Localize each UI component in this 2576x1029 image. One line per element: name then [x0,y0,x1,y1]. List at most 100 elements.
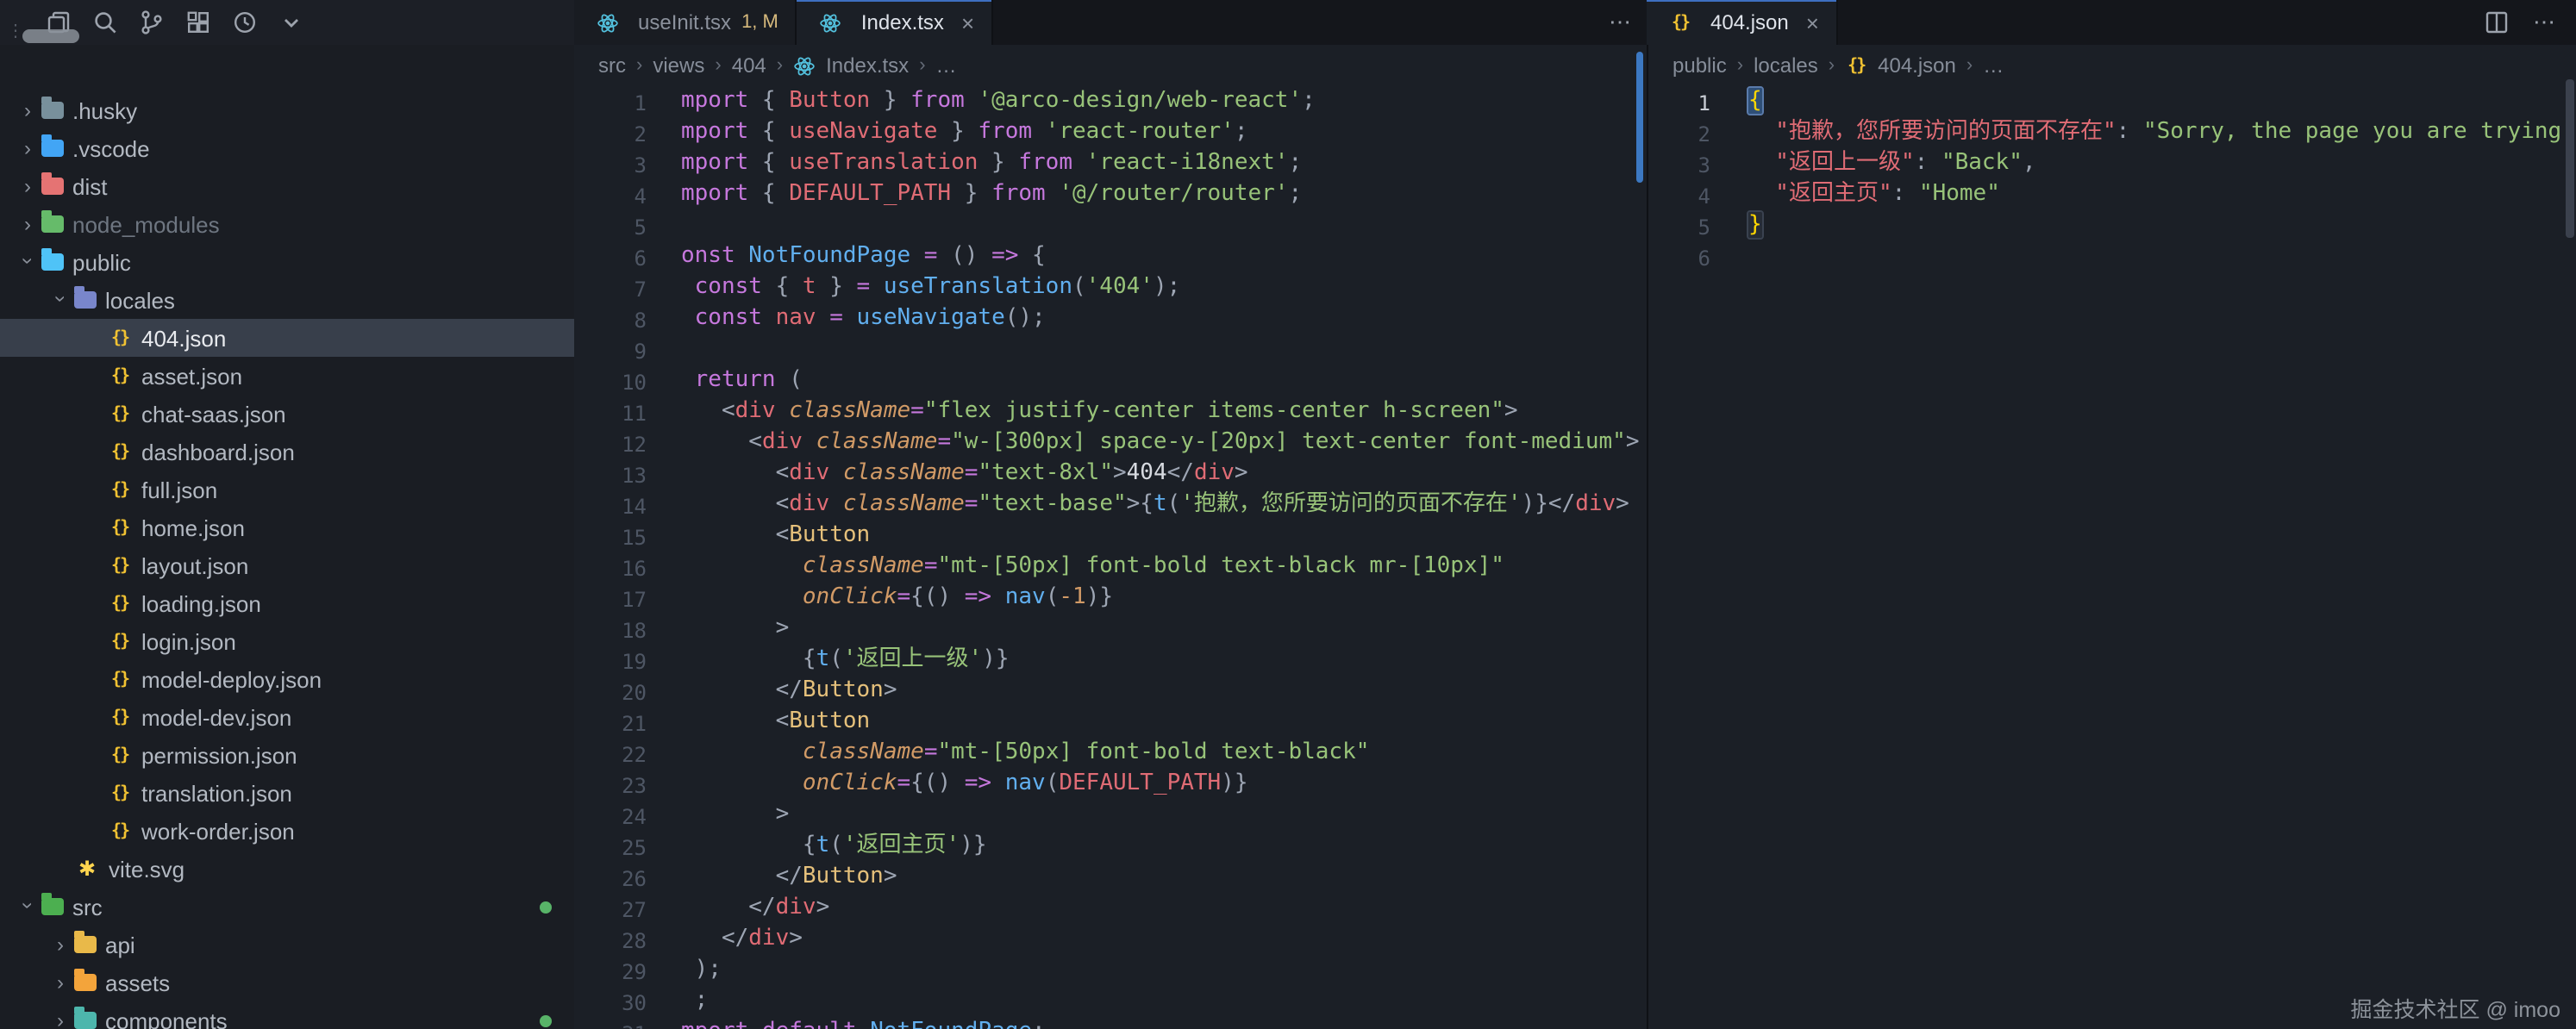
breadcrumb-item[interactable]: src [598,53,626,78]
tree-item-public[interactable]: ›public [0,243,574,281]
more-actions-icon[interactable]: ⋯ [1609,9,1631,36]
code-line[interactable]: 5 [574,210,1647,241]
tab-index-tsx[interactable]: Index.tsx × [797,0,993,45]
code-line[interactable]: 22 className="mt-[50px] font-bold text-b… [574,738,1647,769]
json-icon: {} [107,745,133,764]
code-line[interactable]: 13 <div className="text-8xl">404</div> [574,458,1647,490]
code-line[interactable]: 24 > [574,800,1647,831]
code-line[interactable]: 17 onClick={() => nav(-1)} [574,583,1647,614]
tree-item-src[interactable]: ›src [0,888,574,926]
code-line[interactable]: 20 </Button> [574,676,1647,707]
breadcrumb-separator: › [1829,55,1835,76]
breadcrumb-item[interactable]: 404 [732,53,766,78]
code-editor-2[interactable]: 1{2 "抱歉，您所要访问的页面不存在": "Sorry, the page y… [1648,86,2576,1029]
code-line[interactable]: 26 </Button> [574,862,1647,893]
tree-item-home.json[interactable]: {}home.json [0,508,574,546]
code-line[interactable]: 27 </div> [574,893,1647,924]
tree-item-full.json[interactable]: {}full.json [0,471,574,508]
code-line[interactable]: 21 <Button [574,707,1647,738]
tree-item-loading.json[interactable]: {}loading.json [0,584,574,622]
code-line[interactable]: 12 <div className="w-[300px] space-y-[20… [574,427,1647,458]
tree-item-work-order.json[interactable]: {}work-order.json [0,812,574,850]
code-line[interactable]: 14 <div className="text-base">{t('抱歉，您所要… [574,490,1647,521]
code-line[interactable]: 15 <Button [574,521,1647,552]
history-icon[interactable] [231,9,259,36]
line-number: 22 [574,738,647,769]
code-line[interactable]: 5} [1648,210,2576,241]
tree-item-dist[interactable]: ›dist [0,167,574,205]
code-line[interactable]: 23 onClick={() => nav(DEFAULT_PATH)} [574,769,1647,800]
chevron-icon: › [50,1008,71,1029]
breadcrumb-item[interactable]: locales [1754,53,1818,78]
tree-item-chat-saas.json[interactable]: {}chat-saas.json [0,395,574,433]
chevron-down-icon[interactable] [278,9,305,36]
close-icon[interactable]: × [1806,9,1819,35]
code-line[interactable]: 18 > [574,614,1647,645]
tree-item-node_modules[interactable]: ›node_modules [0,205,574,243]
tree-item-label: permission.json [141,742,297,768]
code-line[interactable]: 3mport { useTranslation } from 'react-i1… [574,148,1647,179]
code-line[interactable]: 31mport default NotFoundPage; [574,1017,1647,1029]
code-line[interactable]: 2 "抱歉，您所要访问的页面不存在": "Sorry, the page you… [1648,117,2576,148]
tree-item-locales[interactable]: ›locales [0,281,574,319]
source-control-icon[interactable] [138,9,166,36]
tree-item-model-dev.json[interactable]: {}model-dev.json [0,698,574,736]
breadcrumb-item[interactable]: views [653,53,704,78]
tree-item-.husky[interactable]: ›.husky [0,91,574,129]
tree-item-vite.svg[interactable]: ✱vite.svg [0,850,574,888]
tree-item-404.json[interactable]: {}404.json [0,319,574,357]
close-icon[interactable]: × [961,9,974,35]
tree-item-translation.json[interactable]: {}translation.json [0,774,574,812]
drag-dots-icon: ⋮ [7,24,24,41]
split-editor-icon[interactable] [2483,9,2510,36]
tree-item-api[interactable]: ›api [0,926,574,964]
code-line[interactable]: 2mport { useNavigate } from 'react-route… [574,117,1647,148]
tab-useinit-tsx[interactable]: useInit.tsx 1, M [574,0,797,45]
tree-item-login.json[interactable]: {}login.json [0,622,574,660]
code-line[interactable]: 28 </div> [574,924,1647,955]
tree-item-permission.json[interactable]: {} permission.json [0,736,574,774]
code-editor-1[interactable]: 1mport { Button } from '@arco-design/web… [574,86,1647,1029]
code-line[interactable]: 11 <div className="flex justify-center i… [574,396,1647,427]
code-line[interactable]: 4 "返回主页": "Home" [1648,179,2576,210]
code-line[interactable]: 3 "返回上一级": "Back", [1648,148,2576,179]
code-line[interactable]: 7 const { t } = useTranslation('404'); [574,272,1647,303]
breadcrumb-item[interactable]: … [936,53,957,78]
line-number: 1 [574,86,647,117]
breadcrumb-item[interactable]: 404.json [1878,53,1956,78]
code-line[interactable]: 29 ); [574,955,1647,986]
breadcrumb-item[interactable]: Index.tsx [826,53,909,78]
tree-item-components[interactable]: › components [0,1001,574,1029]
code-line[interactable]: 9 [574,334,1647,365]
breadcrumb-item[interactable]: public [1673,53,1727,78]
search-icon[interactable] [91,9,119,36]
code-line[interactable]: 1{ [1648,86,2576,117]
scrollbar-g1[interactable] [1633,45,1647,1029]
breadcrumb-item[interactable]: … [1983,53,2004,78]
tree-item-.vscode[interactable]: ›.vscode [0,129,574,167]
more-actions-icon[interactable]: ⋯ [2533,9,2555,36]
scrollbar-thumb[interactable] [2566,79,2574,238]
code-line[interactable]: 6onst NotFoundPage = () => { [574,241,1647,272]
tree-item-assets[interactable]: ›assets [0,964,574,1001]
code-line[interactable]: 19 {t('返回上一级')} [574,645,1647,676]
code-line[interactable]: 1mport { Button } from '@arco-design/web… [574,86,1647,117]
scrollbar-thumb[interactable] [1636,52,1643,183]
tree-item-layout.json[interactable]: {}layout.json [0,546,574,584]
tree-item-dashboard.json[interactable]: {}dashboard.json [0,433,574,471]
code-line[interactable]: 30 ; [574,986,1647,1017]
tree-item-asset.json[interactable]: {}asset.json [0,357,574,395]
breadcrumb-separator: › [715,55,721,76]
scrollbar-g2[interactable] [2564,45,2576,1029]
code-line[interactable]: 16 className="mt-[50px] font-bold text-b… [574,552,1647,583]
code-line[interactable]: 25 {t('返回主页')} [574,831,1647,862]
code-line[interactable]: 4mport { DEFAULT_PATH } from '@/router/r… [574,179,1647,210]
tree-item-model-deploy.json[interactable]: {}model-deploy.json [0,660,574,698]
code-line[interactable]: 8 const nav = useNavigate(); [574,303,1647,334]
scroll-pill[interactable] [22,29,79,43]
tab-404-json[interactable]: {} 404.json × [1647,0,1838,45]
extensions-icon[interactable] [184,9,212,36]
code-line[interactable]: 6 [1648,241,2576,272]
code-line[interactable]: 10 return ( [574,365,1647,396]
tree-item-label: components [105,1007,228,1029]
